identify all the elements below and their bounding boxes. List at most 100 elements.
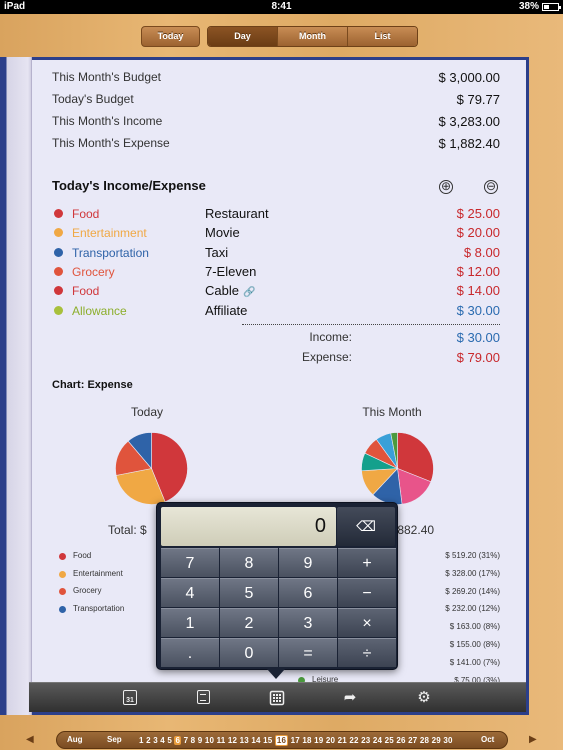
legend-value: $ 141.00 (7%): [449, 657, 500, 667]
day-cell[interactable]: 24: [373, 736, 382, 745]
day-cell[interactable]: 19: [314, 736, 323, 745]
transaction-row[interactable]: Transportation Taxi $ 8.00: [52, 245, 500, 263]
calculator-key[interactable]: 6: [279, 578, 337, 607]
backspace-icon[interactable]: ⌫: [337, 507, 395, 546]
day-cell[interactable]: 11: [217, 736, 226, 745]
calculator-key[interactable]: =: [279, 638, 337, 667]
transaction-category: Entertainment: [72, 226, 147, 241]
day-cell[interactable]: 12: [228, 736, 237, 745]
day-cell[interactable]: 14: [251, 736, 260, 745]
legend-color-dot: [59, 606, 66, 614]
day-cell[interactable]: 23: [361, 736, 370, 745]
calculator-key[interactable]: ÷: [338, 638, 396, 667]
day-cell[interactable]: 22: [349, 736, 358, 745]
share-icon[interactable]: ➦: [340, 688, 360, 708]
transaction-row[interactable]: Allowance Affiliate $ 30.00: [52, 303, 500, 321]
category-color-dot: [54, 305, 63, 315]
day-cell[interactable]: 10: [205, 736, 214, 745]
calculator-key[interactable]: 0: [220, 638, 278, 667]
day-cell[interactable]: 28: [420, 736, 429, 745]
transaction-row[interactable]: Food Restaurant $ 25.00: [52, 206, 500, 224]
day-cell[interactable]: 25: [385, 736, 394, 745]
day-cell[interactable]: 21: [338, 736, 347, 745]
next-arrow-icon[interactable]: ▶: [529, 734, 537, 745]
summary-label: This Month's Expense: [52, 136, 170, 150]
transaction-row[interactable]: Grocery 7-Eleven $ 12.00: [52, 264, 500, 282]
legend-color-dot: [59, 570, 66, 578]
calculator-key[interactable]: 7: [161, 548, 219, 577]
battery-icon: [542, 3, 561, 11]
legend-value: $ 155.00 (8%): [449, 640, 500, 649]
day-cell[interactable]: 2: [146, 736, 151, 745]
day-cell[interactable]: 18: [302, 736, 311, 745]
tab-day[interactable]: Day: [208, 27, 277, 46]
transaction-amount: $ 12.00: [456, 263, 500, 279]
day-cell[interactable]: 16: [274, 735, 289, 746]
day-cell[interactable]: 26: [396, 736, 405, 745]
notes-icon[interactable]: [197, 690, 210, 704]
calculator-icon[interactable]: [267, 688, 287, 708]
summary-label: Today's Budget: [52, 92, 134, 106]
calculator-key[interactable]: 9: [279, 548, 337, 577]
day-cell[interactable]: 8: [191, 736, 196, 745]
transaction-category: Grocery: [72, 264, 115, 279]
add-entry-button[interactable]: ⊕: [439, 180, 453, 194]
next-month-tab[interactable]: Oct: [481, 735, 494, 744]
calculator-key[interactable]: 1: [161, 608, 219, 637]
previous-arrow-icon[interactable]: ◀: [26, 734, 34, 745]
tab-list[interactable]: List: [347, 27, 417, 46]
summary-row: This Month's Income $ 3,283.00: [52, 114, 500, 132]
day-cell[interactable]: 13: [240, 736, 249, 745]
income-total-row: Income: $ 30.00: [232, 330, 500, 346]
calculator-key[interactable]: −: [338, 578, 396, 607]
transaction-row[interactable]: Entertainment Movie $ 20.00: [52, 225, 500, 243]
calculator-key[interactable]: .: [161, 638, 219, 667]
calculator-key[interactable]: 4: [161, 578, 219, 607]
calculator-key[interactable]: 8: [220, 548, 278, 577]
transaction-description: Affiliate: [205, 302, 248, 318]
calculator-key[interactable]: 5: [220, 578, 278, 607]
today-section-title: Today's Income/Expense: [52, 178, 206, 193]
day-cell[interactable]: 20: [326, 736, 335, 745]
day-cell[interactable]: 30: [443, 736, 452, 745]
month-expense-pie-chart: [361, 432, 434, 505]
tab-month[interactable]: Month: [277, 27, 347, 46]
calendar-icon[interactable]: 31: [123, 690, 137, 705]
day-cell[interactable]: 6: [174, 736, 182, 745]
remove-entry-button[interactable]: ⊖: [484, 180, 498, 194]
book-cover-edge: [0, 57, 5, 715]
summary-value: $ 79.77: [456, 92, 500, 107]
transaction-row[interactable]: Food Cable 🔗 $ 14.00: [52, 283, 500, 301]
calculator-popover: 0 ⌫ 7 8 9 +4 5 6−1 2 3 ×. 0 = ÷: [156, 502, 398, 670]
legend-color-dot: [59, 553, 66, 560]
day-cell[interactable]: 7: [184, 736, 189, 745]
day-list: 1 2 3 4 5 6 7 8 9 10 11 12 13 14 15 16 1…: [139, 735, 453, 746]
day-cell[interactable]: 1: [139, 736, 144, 745]
day-cell[interactable]: 5: [167, 736, 172, 745]
calculator-key[interactable]: ×: [338, 608, 396, 637]
transaction-amount: $ 25.00: [456, 206, 500, 221]
calculator-key[interactable]: 3: [279, 608, 337, 637]
bottom-toolbar: 31 ➦ ⚙: [29, 682, 526, 712]
calculator-key[interactable]: 2: [220, 608, 278, 637]
settings-gear-icon[interactable]: ⚙: [414, 688, 434, 708]
today-button[interactable]: Today: [141, 26, 200, 47]
day-cell[interactable]: 4: [160, 736, 165, 745]
calculator-key[interactable]: +: [338, 548, 396, 577]
day-cell[interactable]: 15: [263, 736, 272, 745]
current-month-tab[interactable]: Sep: [107, 735, 122, 744]
day-cell[interactable]: 29: [432, 736, 441, 745]
day-cell[interactable]: 9: [198, 736, 203, 745]
day-cell[interactable]: 17: [291, 736, 300, 745]
summary-value: $ 3,283.00: [438, 114, 500, 129]
view-segmented-control: Day Month List: [207, 26, 418, 47]
transaction-category: Allowance: [72, 303, 127, 318]
day-cell[interactable]: 27: [408, 736, 417, 745]
transaction-description: 7-Eleven: [205, 263, 257, 279]
prev-month-tab[interactable]: Aug: [67, 735, 83, 744]
day-cell[interactable]: 3: [153, 736, 158, 745]
category-color-dot: [54, 266, 63, 276]
calculator-display: 0: [161, 507, 336, 546]
expense-total-row: Expense: $ 79.00: [232, 350, 500, 366]
legend-label: Food: [73, 551, 92, 560]
